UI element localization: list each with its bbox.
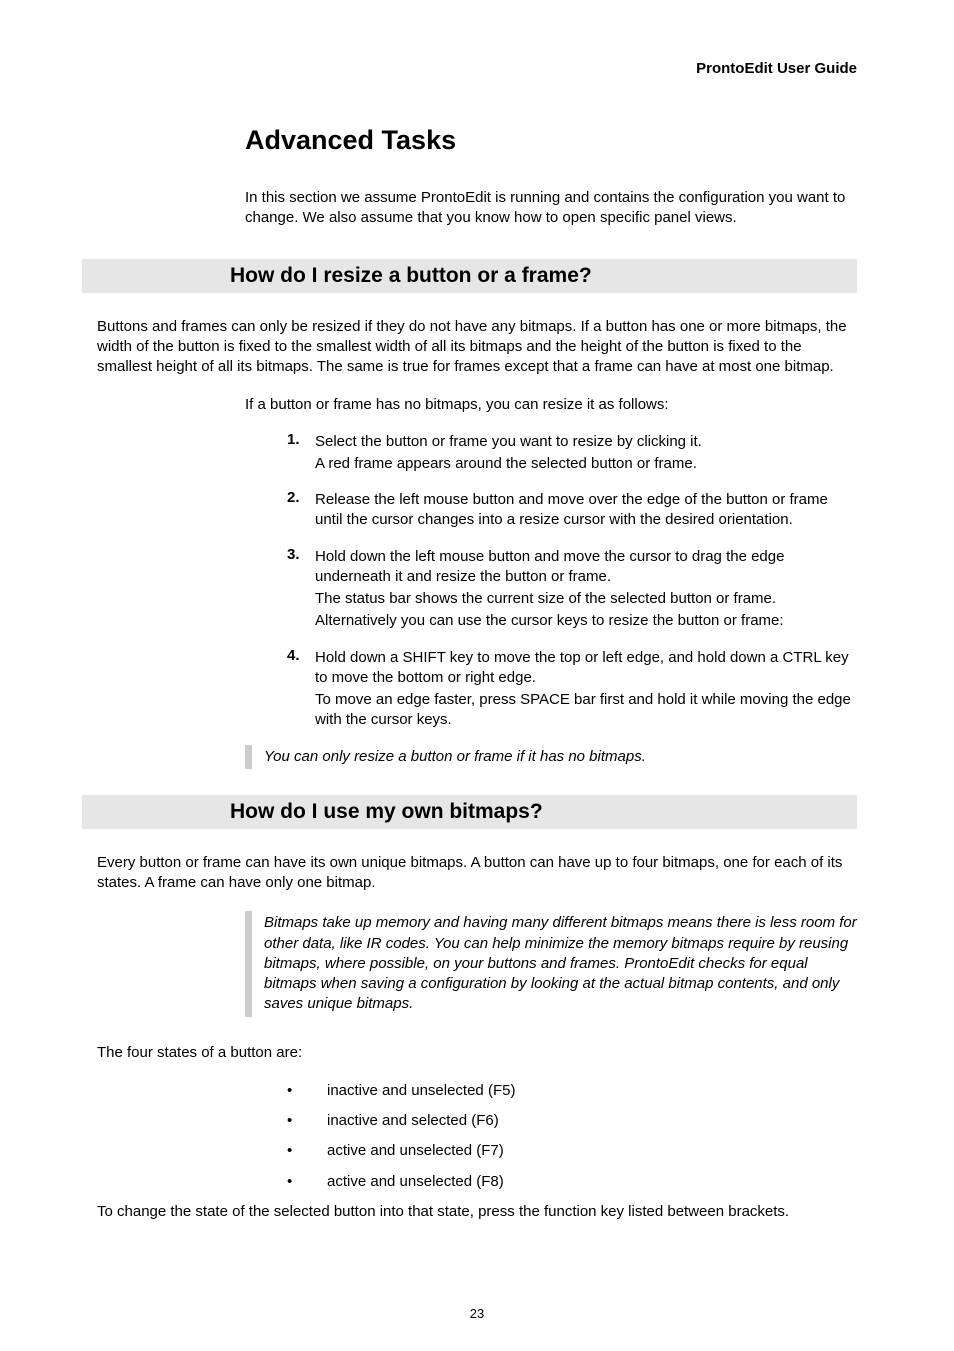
section-heading-resize: How do I resize a button or a frame? bbox=[82, 259, 857, 293]
section1-note-text: You can only resize a button or frame if… bbox=[264, 745, 646, 769]
bullet-f7: • active and unselected (F7) bbox=[287, 1141, 857, 1161]
section2-para2: The four states of a button are: bbox=[97, 1043, 857, 1063]
bullet-icon: • bbox=[287, 1081, 327, 1101]
note-bar-icon bbox=[245, 745, 252, 769]
step-3-line-1: The status bar shows the current size of… bbox=[315, 589, 857, 609]
step-2-line-0: Release the left mouse button and move o… bbox=[315, 490, 857, 531]
section2-para1: Every button or frame can have its own u… bbox=[97, 853, 857, 894]
step-1-body: Select the button or frame you want to r… bbox=[315, 430, 857, 475]
document-page: ProntoEdit User Guide Advanced Tasks In … bbox=[0, 0, 954, 1351]
step-4-number: 4. bbox=[287, 646, 315, 731]
chapter-intro: In this section we assume ProntoEdit is … bbox=[245, 188, 857, 229]
step-2: 2. Release the left mouse button and mov… bbox=[287, 488, 857, 531]
bullet-f5: • inactive and unselected (F5) bbox=[287, 1081, 857, 1101]
bullet-f8-text: active and unselected (F8) bbox=[327, 1172, 504, 1192]
step-3-line-0: Hold down the left mouse button and move… bbox=[315, 547, 857, 588]
step-3-body: Hold down the left mouse button and move… bbox=[315, 545, 857, 632]
section2-note: Bitmaps take up memory and having many d… bbox=[245, 911, 857, 1016]
section2-para3: To change the state of the selected butt… bbox=[97, 1202, 857, 1222]
step-3-number: 3. bbox=[287, 545, 315, 632]
step-4-line-0: Hold down a SHIFT key to move the top or… bbox=[315, 648, 857, 689]
bullet-f5-text: inactive and unselected (F5) bbox=[327, 1081, 515, 1101]
step-4: 4. Hold down a SHIFT key to move the top… bbox=[287, 646, 857, 731]
step-3-line-2: Alternatively you can use the cursor key… bbox=[315, 611, 857, 631]
step-1-line-1: A red frame appears around the selected … bbox=[315, 454, 857, 474]
note-bar-icon bbox=[245, 911, 252, 1016]
step-1-number: 1. bbox=[287, 430, 315, 475]
section1-para2: If a button or frame has no bitmaps, you… bbox=[245, 395, 857, 415]
bullet-icon: • bbox=[287, 1141, 327, 1161]
bullet-f7-text: active and unselected (F7) bbox=[327, 1141, 504, 1161]
step-2-number: 2. bbox=[287, 488, 315, 531]
section1-note: You can only resize a button or frame if… bbox=[245, 745, 857, 769]
step-4-body: Hold down a SHIFT key to move the top or… bbox=[315, 646, 857, 731]
section-heading-bitmaps: How do I use my own bitmaps? bbox=[82, 795, 857, 829]
step-1-line-0: Select the button or frame you want to r… bbox=[315, 432, 857, 452]
section2-bullets: • inactive and unselected (F5) • inactiv… bbox=[287, 1081, 857, 1192]
section1-para1: Buttons and frames can only be resized i… bbox=[97, 317, 857, 378]
section2-note-text: Bitmaps take up memory and having many d… bbox=[264, 911, 857, 1016]
step-2-body: Release the left mouse button and move o… bbox=[315, 488, 857, 531]
step-1: 1. Select the button or frame you want t… bbox=[287, 430, 857, 475]
step-4-line-1: To move an edge faster, press SPACE bar … bbox=[315, 690, 857, 731]
header-guide-title: ProntoEdit User Guide bbox=[97, 60, 857, 77]
bullet-f8: • active and unselected (F8) bbox=[287, 1172, 857, 1192]
page-number: 23 bbox=[0, 1306, 954, 1321]
chapter-title: Advanced Tasks bbox=[245, 125, 857, 156]
bullet-f6-text: inactive and selected (F6) bbox=[327, 1111, 499, 1131]
section1-steps: 1. Select the button or frame you want t… bbox=[287, 430, 857, 731]
step-3: 3. Hold down the left mouse button and m… bbox=[287, 545, 857, 632]
bullet-icon: • bbox=[287, 1172, 327, 1192]
bullet-f6: • inactive and selected (F6) bbox=[287, 1111, 857, 1131]
bullet-icon: • bbox=[287, 1111, 327, 1131]
